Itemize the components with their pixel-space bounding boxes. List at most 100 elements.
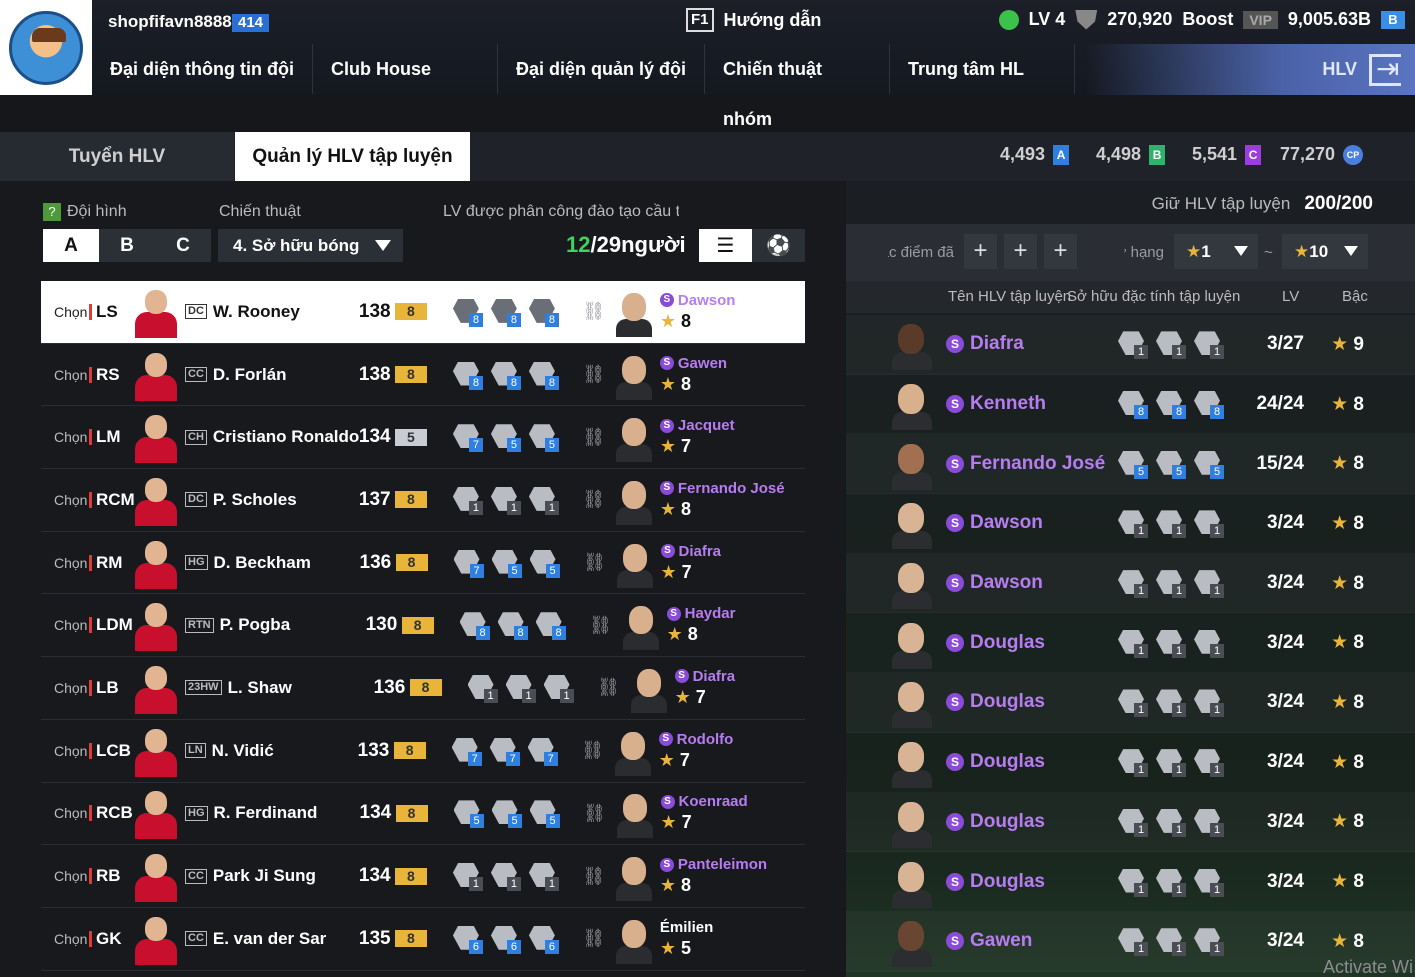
vip-badge: VIP bbox=[1243, 10, 1278, 29]
player-row[interactable]: Chọn RM HG D. Beckham 136 8 7 5 5 ⛓ S Diafr… bbox=[41, 532, 805, 595]
assigned-coach[interactable]: Émilien ★ 5 bbox=[660, 919, 713, 959]
choose-label[interactable]: Chọn bbox=[41, 617, 89, 633]
player-row[interactable]: Chọn LDM RTN P. Pogba 130 8 8 8 8 ⛓ S Hayda… bbox=[41, 594, 805, 658]
add-attr-3-button[interactable]: + bbox=[1044, 234, 1077, 269]
currency-cp-value: 77,270 bbox=[1280, 144, 1336, 164]
link-icon[interactable]: ⛓ bbox=[573, 740, 613, 761]
choose-label[interactable]: Chọn bbox=[41, 555, 89, 571]
training-trait-icon: 7 bbox=[526, 736, 558, 766]
pitch-view-icon[interactable]: ⚽ bbox=[752, 229, 805, 262]
assigned-coach[interactable]: S Diafra ★ 7 bbox=[674, 668, 735, 708]
coach-row[interactable]: S Kenneth 8 8 8 24/24 ★ 8 bbox=[846, 375, 1415, 435]
trait-level: 8 bbox=[551, 626, 566, 641]
squad-c-button[interactable]: C bbox=[155, 229, 211, 262]
assigned-coach[interactable]: S Fernando José ★ 8 bbox=[659, 480, 785, 520]
training-trait-icon: 1 bbox=[1192, 628, 1224, 658]
choose-label[interactable]: Chọn bbox=[41, 429, 89, 445]
player-row[interactable]: Chọn LS DC W. Rooney 138 8 8 8 8 ⛓ S Dawson… bbox=[41, 281, 805, 344]
coach-row[interactable]: S Dawson 1 1 1 3/24 ★ 8 bbox=[846, 494, 1415, 554]
player-row[interactable]: Chọn LCB LN N. Vidić 133 8 7 7 7 ⛓ S Rodolf… bbox=[41, 720, 805, 783]
coach-row[interactable]: S Douglas 1 1 1 3/24 ★ 8 bbox=[846, 733, 1415, 793]
choose-label[interactable]: Chọn bbox=[41, 367, 89, 383]
coach-stars-value: 7 bbox=[681, 436, 692, 457]
coach-row[interactable]: S Douglas 1 1 1 3/24 ★ 8 bbox=[846, 793, 1415, 853]
coach-level: 3/24 bbox=[1267, 930, 1304, 952]
assigned-coach[interactable]: S Rodolfo ★ 7 bbox=[658, 731, 733, 771]
trait-level: 1 bbox=[1134, 763, 1148, 778]
coach-row[interactable]: S Douglas 1 1 1 3/24 ★ 8 bbox=[846, 613, 1415, 673]
coach-row[interactable]: S Diafra 1 1 1 3/27 ★ 9 bbox=[846, 315, 1415, 375]
player-row[interactable]: Chọn RCM DC P. Scholes 137 8 1 1 1 ⛓ S Fern… bbox=[41, 469, 805, 532]
link-icon[interactable]: ⛓ bbox=[574, 364, 614, 385]
add-attr-1-button[interactable]: + bbox=[964, 234, 997, 269]
coach-row[interactable]: S Douglas 1 1 1 3/24 ★ 8 bbox=[846, 673, 1415, 733]
choose-label[interactable]: Chọn bbox=[41, 304, 89, 320]
link-icon[interactable]: ⛓ bbox=[581, 615, 621, 636]
link-icon[interactable]: ⛓ bbox=[574, 301, 614, 322]
link-icon[interactable]: ⛓ bbox=[574, 427, 614, 448]
col-coach-attr[interactable]: Sở hữu đặc tính tập luyện bbox=[1067, 288, 1240, 305]
rank-min-dropdown[interactable]: ★1 bbox=[1174, 234, 1258, 269]
special-icon: S bbox=[946, 753, 964, 772]
assigned-coach[interactable]: S Jacquet ★ 7 bbox=[659, 417, 735, 457]
player-row[interactable]: Chọn LB 23HW L. Shaw 136 8 1 1 1 ⛓ S Diafra… bbox=[41, 657, 805, 720]
tactic-dropdown[interactable]: 4. Sở hữu bóng bbox=[218, 229, 403, 262]
player-card-badge: CC bbox=[185, 367, 207, 383]
player-row[interactable]: Chọn LM CH Cristiano Ronaldo 134 5 7 5 5 ⛓… bbox=[41, 406, 805, 470]
avatar[interactable] bbox=[0, 0, 92, 95]
choose-label[interactable]: Chọn bbox=[41, 680, 89, 696]
player-row[interactable]: Chọn GK CC E. van der Sar 135 8 6 6 6 ⛓ Ém… bbox=[41, 908, 805, 971]
hlv-label: HLV bbox=[1322, 59, 1357, 79]
nav-club-house[interactable]: Club House bbox=[313, 44, 498, 94]
choose-label[interactable]: Chọn bbox=[41, 805, 89, 821]
player-row[interactable]: Chọn RS CC D. Forlán 138 8 8 8 8 ⛓ S Gawen … bbox=[41, 344, 805, 407]
link-icon[interactable]: ⛓ bbox=[575, 552, 615, 573]
assigned-coach[interactable]: S Diafra ★ 7 bbox=[660, 543, 721, 583]
trait-level: 1 bbox=[1172, 524, 1186, 539]
link-icon[interactable]: ⛓ bbox=[574, 866, 614, 887]
nav-team-manager[interactable]: Đại diện quản lý đội bbox=[498, 44, 705, 94]
coach-row[interactable]: S Fernando José 5 5 5 15/24 ★ 8 bbox=[846, 434, 1415, 494]
choose-label[interactable]: Chọn bbox=[41, 868, 89, 884]
choose-label[interactable]: Chọn bbox=[41, 931, 89, 947]
hlv-exit-button[interactable]: HLV bbox=[1085, 44, 1415, 95]
boost-label[interactable]: Boost bbox=[1182, 9, 1233, 30]
help-icon[interactable]: ? bbox=[43, 203, 61, 221]
player-row[interactable]: Chọn RB CC Park Ji Sung 134 8 1 1 1 ⛓ S Pan… bbox=[41, 845, 805, 908]
tab-manage-coaches[interactable]: Quản lý HLV tập luyện bbox=[235, 132, 470, 181]
col-coach-name[interactable]: Tên HLV tập luyện bbox=[948, 288, 1071, 305]
coach-level: 3/24 bbox=[1267, 751, 1304, 773]
squad-a-button[interactable]: A bbox=[43, 229, 99, 262]
link-icon[interactable]: ⛓ bbox=[589, 677, 629, 698]
player-row[interactable]: Chọn RCB HG R. Ferdinand 134 8 5 5 5 ⛓ S Ko… bbox=[41, 783, 805, 846]
nav-team-info[interactable]: Đại diện thông tin đội bbox=[92, 44, 313, 94]
trait-level: 1 bbox=[506, 500, 521, 515]
assigned-coach[interactable]: S Haydar ★ 8 bbox=[666, 605, 735, 645]
player-ovr: 135 bbox=[358, 927, 391, 949]
assigned-coach[interactable]: S Dawson ★ 8 bbox=[659, 292, 735, 332]
guide-button[interactable]: F1 Hướng dẫn bbox=[686, 8, 821, 32]
assigned-coach[interactable]: S Gawen ★ 8 bbox=[659, 355, 727, 395]
star-icon: ★ bbox=[659, 436, 677, 457]
link-icon[interactable]: ⛓ bbox=[574, 928, 614, 949]
coach-name-text: Douglas bbox=[970, 691, 1045, 713]
player-level-badge: 8 bbox=[394, 303, 427, 321]
list-view-icon[interactable]: ☰ bbox=[699, 229, 752, 262]
link-icon[interactable]: ⛓ bbox=[575, 803, 615, 824]
nav-training-center[interactable]: Trung tâm HL bbox=[890, 44, 1075, 94]
add-attr-2-button[interactable]: + bbox=[1004, 234, 1037, 269]
col-coach-lv[interactable]: LV bbox=[1282, 288, 1299, 305]
assigned-coach[interactable]: S Koenraad ★ 7 bbox=[660, 793, 748, 833]
rank-max-dropdown[interactable]: ★10 bbox=[1282, 234, 1368, 269]
coach-row[interactable]: S Douglas 1 1 1 3/24 ★ 8 bbox=[846, 852, 1415, 912]
nav-team-tactics[interactable]: Chiến thuật nhóm bbox=[705, 44, 890, 129]
trait-level: 1 bbox=[468, 877, 483, 892]
squad-b-button[interactable]: B bbox=[99, 229, 155, 262]
tab-recruit-coach[interactable]: Tuyển HLV bbox=[0, 132, 234, 181]
assigned-coach[interactable]: S Panteleimon ★ 8 bbox=[659, 856, 767, 896]
coach-row[interactable]: S Dawson 1 1 1 3/24 ★ 8 bbox=[846, 554, 1415, 614]
choose-label[interactable]: Chọn bbox=[41, 492, 89, 508]
choose-label[interactable]: Chọn bbox=[41, 743, 89, 759]
col-coach-rank[interactable]: Bậc bbox=[1342, 288, 1368, 305]
link-icon[interactable]: ⛓ bbox=[574, 489, 614, 510]
